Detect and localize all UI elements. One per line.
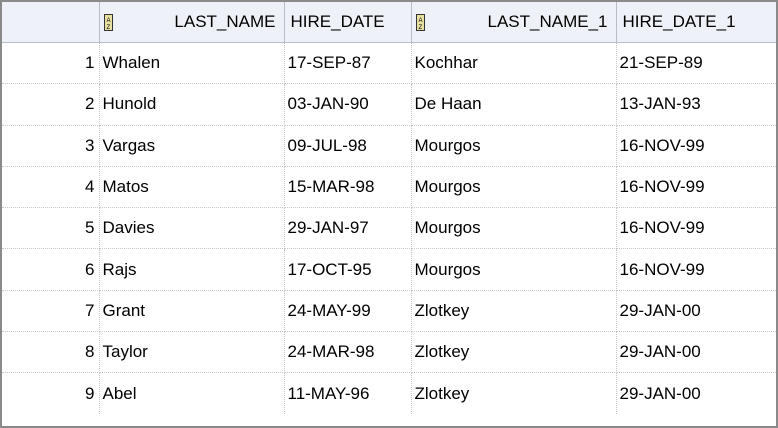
cell-last-name[interactable]: Taylor (99, 331, 285, 374)
results-grid-panel: A Z LAST_NAME HIRE_DATE A Z LAST_NAME_1 … (0, 0, 778, 428)
cell-last-name-1[interactable]: Mourgos (411, 207, 617, 250)
cell-hire-date[interactable]: 29-JAN-97 (284, 207, 412, 250)
cell-last-name-1[interactable]: Zlotkey (411, 372, 617, 414)
cell-last-name-1[interactable]: Mourgos (411, 248, 617, 291)
cell-last-name-1[interactable]: Mourgos (411, 166, 617, 209)
column-header-hire-date[interactable]: HIRE_DATE (284, 2, 412, 43)
row-number[interactable]: 4 (2, 166, 100, 209)
column-header-last-name[interactable]: A Z LAST_NAME (99, 2, 285, 43)
sort-az-icon[interactable]: A Z (103, 13, 113, 31)
svg-text:Z: Z (106, 25, 110, 31)
cell-last-name-1[interactable]: Kochhar (411, 42, 617, 85)
row-number[interactable]: 6 (2, 248, 100, 291)
row-number[interactable]: 5 (2, 207, 100, 250)
cell-hire-date-1[interactable]: 29-JAN-00 (616, 373, 776, 414)
cell-hire-date-1[interactable]: 16-NOV-99 (616, 125, 776, 167)
header-row: A Z LAST_NAME HIRE_DATE A Z LAST_NAME_1 … (2, 2, 776, 43)
sort-az-icon[interactable]: A Z (415, 13, 425, 31)
cell-last-name[interactable]: Hunold (99, 83, 285, 126)
cell-hire-date-1[interactable]: 16-NOV-99 (616, 248, 776, 291)
column-label: LAST_NAME (174, 12, 276, 31)
cell-hire-date[interactable]: 03-JAN-90 (284, 83, 412, 126)
cell-hire-date-1[interactable]: 29-JAN-00 (616, 331, 776, 374)
table-row[interactable]: 1 Whalen 17-SEP-87 Kochhar 21-SEP-89 (2, 42, 776, 85)
cell-last-name[interactable]: Abel (99, 372, 285, 414)
cell-hire-date-1[interactable]: 21-SEP-89 (616, 42, 776, 85)
cell-hire-date[interactable]: 15-MAR-98 (284, 166, 412, 209)
cell-last-name-1[interactable]: Zlotkey (411, 290, 617, 333)
row-number-header (2, 2, 100, 43)
cell-last-name-1[interactable]: Mourgos (411, 125, 617, 167)
row-number[interactable]: 7 (2, 290, 100, 333)
cell-hire-date[interactable]: 17-SEP-87 (284, 42, 412, 85)
table-row[interactable]: 9 Abel 11-MAY-96 Zlotkey 29-JAN-00 (2, 372, 776, 414)
row-number[interactable]: 8 (2, 331, 100, 374)
svg-text:A: A (418, 18, 422, 24)
cell-last-name[interactable]: Davies (99, 207, 285, 250)
table-row[interactable]: 7 Grant 24-MAY-99 Zlotkey 29-JAN-00 (2, 290, 776, 333)
cell-hire-date[interactable]: 09-JUL-98 (284, 125, 412, 167)
column-header-last-name-1[interactable]: A Z LAST_NAME_1 (411, 2, 617, 43)
table-row[interactable]: 5 Davies 29-JAN-97 Mourgos 16-NOV-99 (2, 207, 776, 250)
cell-hire-date-1[interactable]: 29-JAN-00 (616, 290, 776, 333)
table-row[interactable]: 6 Rajs 17-OCT-95 Mourgos 16-NOV-99 (2, 248, 776, 291)
cell-last-name[interactable]: Vargas (99, 125, 285, 167)
row-number[interactable]: 1 (2, 42, 100, 85)
cell-last-name-1[interactable]: Zlotkey (411, 331, 617, 374)
cell-last-name[interactable]: Grant (99, 290, 285, 333)
cell-hire-date[interactable]: 24-MAR-98 (284, 331, 412, 374)
cell-hire-date[interactable]: 24-MAY-99 (284, 290, 412, 333)
table-row[interactable]: 4 Matos 15-MAR-98 Mourgos 16-NOV-99 (2, 166, 776, 209)
row-number[interactable]: 2 (2, 83, 100, 126)
cell-hire-date[interactable]: 17-OCT-95 (284, 248, 412, 291)
cell-hire-date[interactable]: 11-MAY-96 (284, 372, 412, 414)
cell-last-name-1[interactable]: De Haan (411, 83, 617, 126)
results-table: A Z LAST_NAME HIRE_DATE A Z LAST_NAME_1 … (2, 2, 776, 414)
cell-last-name[interactable]: Whalen (99, 42, 285, 85)
column-label: LAST_NAME_1 (487, 12, 608, 31)
svg-text:A: A (106, 18, 110, 24)
table-row[interactable]: 2 Hunold 03-JAN-90 De Haan 13-JAN-93 (2, 83, 776, 126)
cell-last-name[interactable]: Matos (99, 166, 285, 209)
table-row[interactable]: 8 Taylor 24-MAR-98 Zlotkey 29-JAN-00 (2, 331, 776, 374)
table-row[interactable]: 3 Vargas 09-JUL-98 Mourgos 16-NOV-99 (2, 125, 776, 167)
cell-hire-date-1[interactable]: 13-JAN-93 (616, 83, 776, 126)
row-number[interactable]: 9 (2, 372, 100, 414)
cell-hire-date-1[interactable]: 16-NOV-99 (616, 207, 776, 250)
cell-hire-date-1[interactable]: 16-NOV-99 (616, 166, 776, 209)
column-label: HIRE_DATE_1 (622, 12, 736, 31)
cell-last-name[interactable]: Rajs (99, 248, 285, 291)
svg-text:Z: Z (418, 25, 422, 31)
column-header-hire-date-1[interactable]: HIRE_DATE_1 (616, 2, 776, 43)
row-number[interactable]: 3 (2, 125, 100, 167)
column-label: HIRE_DATE (290, 12, 385, 31)
